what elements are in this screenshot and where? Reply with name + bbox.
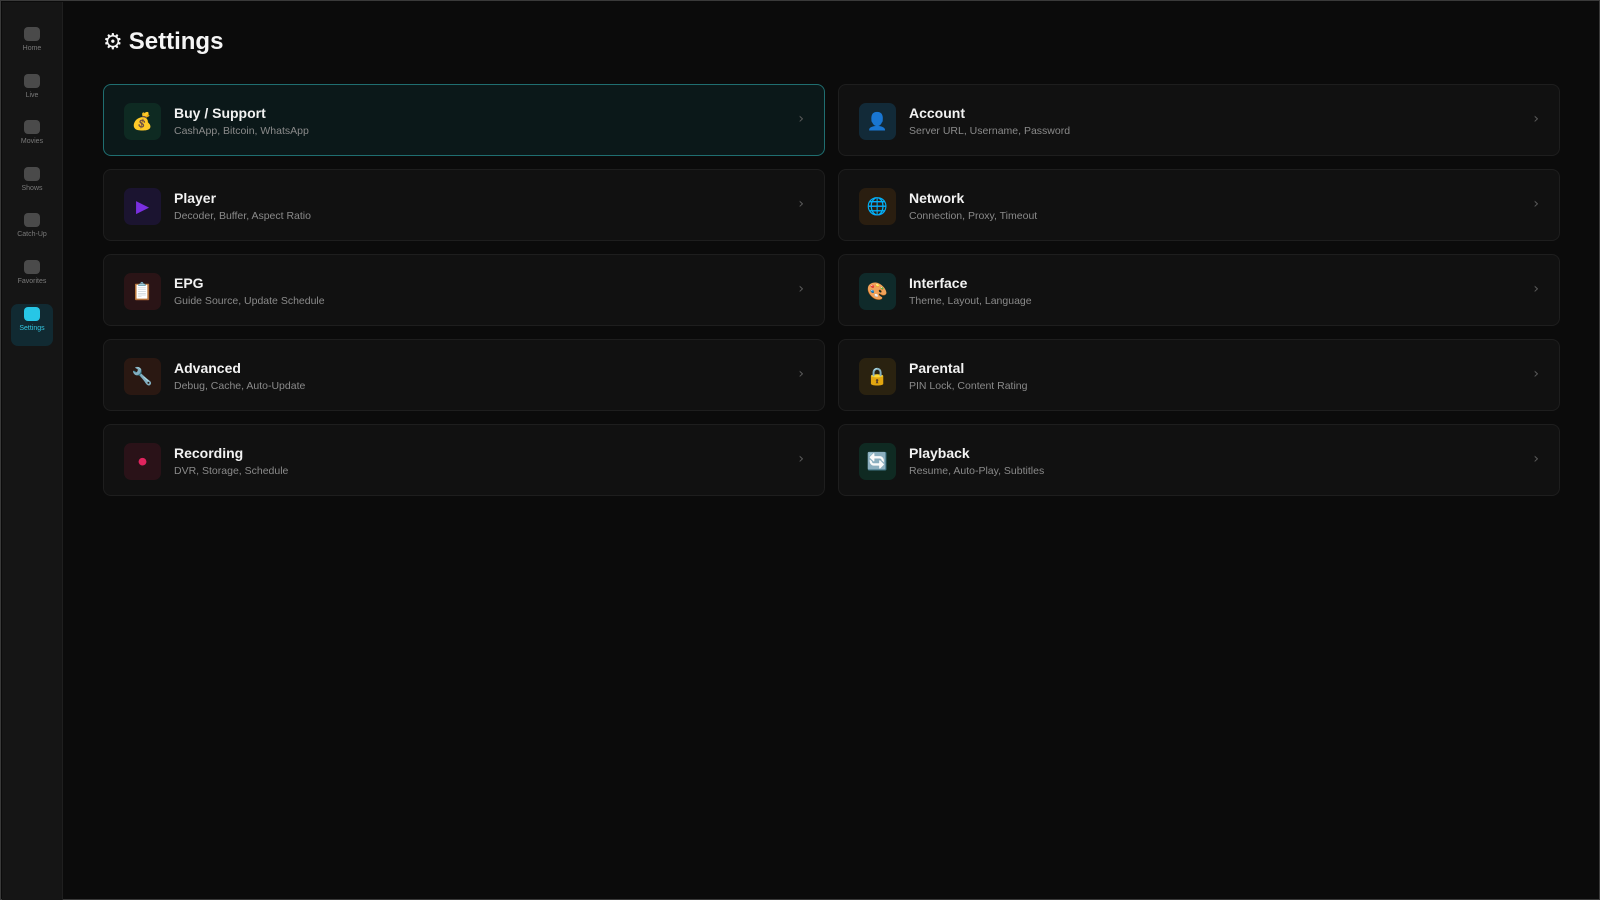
- card-title: Recording: [174, 445, 244, 461]
- sidebar-item-label: Shows: [21, 184, 43, 192]
- card-subtitle: Guide Source, Update Schedule: [174, 295, 325, 307]
- settings-card-player[interactable]: ▶ Player Decoder, Buffer, Aspect Ratio ›: [103, 169, 825, 241]
- chevron-right-icon: ›: [1533, 366, 1539, 382]
- card-title: Advanced: [174, 360, 241, 376]
- sidebar-item-label: Favorites: [17, 277, 47, 285]
- page-title: ⚙ Settings: [103, 28, 223, 56]
- card-subtitle: PIN Lock, Content Rating: [909, 380, 1028, 392]
- card-title: Interface: [909, 275, 968, 291]
- sidebar-item-label: Catch-Up: [17, 231, 47, 239]
- chevron-right-icon: ›: [798, 196, 804, 212]
- gear-icon: ⚙: [103, 29, 123, 55]
- sidebar-item-label: Settings: [19, 324, 45, 332]
- play-icon: ▶: [124, 188, 161, 225]
- sidebar-item-home[interactable]: Home: [11, 24, 53, 66]
- sidebar-item-shows[interactable]: Shows: [11, 164, 53, 206]
- sidebar: Home Live Movies Shows Catch-Up Favorite…: [2, 2, 63, 900]
- user-icon: 👤: [859, 103, 896, 140]
- sidebar-item-favorites[interactable]: Favorites: [11, 257, 53, 299]
- settings-card-playback[interactable]: 🔄 Playback Resume, Auto-Play, Subtitles …: [838, 424, 1560, 496]
- chevron-right-icon: ›: [1533, 196, 1539, 212]
- card-title: Playback: [909, 445, 970, 461]
- repeat-icon: 🔄: [859, 443, 896, 480]
- chevron-right-icon: ›: [1533, 281, 1539, 297]
- lock-icon: 🔒: [859, 358, 896, 395]
- card-title: Player: [174, 190, 217, 206]
- sidebar-item-label: Live: [25, 91, 39, 99]
- chevron-right-icon: ›: [1533, 451, 1539, 467]
- wrench-icon: 🔧: [124, 358, 161, 395]
- sidebar-item-live[interactable]: Live: [11, 71, 53, 113]
- settings-card-account[interactable]: 👤 Account Server URL, Username, Password…: [838, 84, 1560, 156]
- clipboard-icon: 📋: [124, 273, 161, 310]
- card-subtitle: Connection, Proxy, Timeout: [909, 210, 1038, 222]
- card-title: Network: [909, 190, 965, 206]
- home-icon: [24, 27, 40, 41]
- sidebar-item-label: Movies: [20, 138, 44, 146]
- card-subtitle: DVR, Storage, Schedule: [174, 465, 289, 477]
- sidebar-item-label: Home: [22, 45, 42, 52]
- sidebar-item-movies[interactable]: Movies: [11, 117, 53, 159]
- card-subtitle: Resume, Auto-Play, Subtitles: [909, 465, 1045, 477]
- record-icon: ⏺: [124, 443, 161, 480]
- settings-card-interface[interactable]: 🎨 Interface Theme, Layout, Language ›: [838, 254, 1560, 326]
- card-title: Buy / Support: [174, 105, 266, 121]
- catch-up-icon: [24, 213, 40, 228]
- shows-icon: [24, 166, 40, 181]
- card-title: Account: [909, 105, 965, 121]
- chevron-right-icon: ›: [798, 366, 804, 382]
- palette-icon: 🎨: [859, 273, 896, 310]
- settings-card-advanced[interactable]: 🔧 Advanced Debug, Cache, Auto-Update ›: [103, 339, 825, 411]
- card-title: EPG: [174, 275, 204, 291]
- card-subtitle: Decoder, Buffer, Aspect Ratio: [174, 210, 311, 222]
- settings-card-network[interactable]: 🌐 Network Connection, Proxy, Timeout ›: [838, 169, 1560, 241]
- settings-card-recording[interactable]: ⏺ Recording DVR, Storage, Schedule ›: [103, 424, 825, 496]
- app-window: Home Live Movies Shows Catch-Up Favorite…: [0, 0, 1600, 900]
- sidebar-item-catch-up[interactable]: Catch-Up: [11, 210, 53, 252]
- chevron-right-icon: ›: [798, 451, 804, 467]
- globe-icon: 🌐: [859, 188, 896, 225]
- movies-icon: [24, 120, 40, 135]
- chevron-right-icon: ›: [798, 111, 804, 127]
- favorites-icon: [24, 259, 40, 274]
- chevron-right-icon: ›: [1533, 111, 1539, 127]
- card-subtitle: Theme, Layout, Language: [909, 295, 1032, 307]
- chevron-right-icon: ›: [798, 281, 804, 297]
- money-bag-icon: 💰: [124, 103, 161, 140]
- page-title-text: Settings: [128, 28, 224, 55]
- sidebar-item-settings[interactable]: Settings: [11, 303, 53, 346]
- settings-card-parental[interactable]: 🔒 Parental PIN Lock, Content Rating ›: [838, 339, 1560, 411]
- settings-page: ⚙ Settings 💰 Buy / Support CashApp, Bitc…: [63, 2, 1598, 898]
- settings-card-epg[interactable]: 📋 EPG Guide Source, Update Schedule ›: [103, 254, 825, 326]
- card-subtitle: CashApp, Bitcoin, WhatsApp: [174, 125, 309, 137]
- settings-icon: [24, 306, 40, 321]
- card-subtitle: Server URL, Username, Password: [909, 125, 1071, 137]
- settings-card-buy-support[interactable]: 💰 Buy / Support CashApp, Bitcoin, WhatsA…: [103, 84, 825, 156]
- live-icon: [24, 73, 40, 88]
- card-subtitle: Debug, Cache, Auto-Update: [174, 380, 306, 392]
- card-title: Parental: [909, 360, 965, 376]
